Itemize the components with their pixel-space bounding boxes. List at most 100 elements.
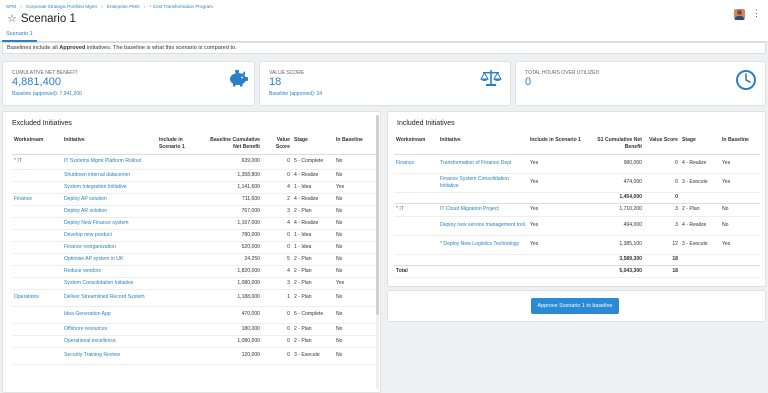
column-header[interactable]: Value Score (262, 137, 292, 155)
initiative-link[interactable]: Deploy New Finance system (62, 217, 157, 230)
favorite-star-icon[interactable]: ☆ (7, 13, 17, 25)
workstream-cell[interactable]: Operations (12, 289, 62, 307)
table-row[interactable]: Optimise AP system in UK 24,250 5 2 - Plan N… (12, 253, 377, 266)
column-header[interactable]: Workstream (394, 137, 438, 155)
workstream-cell[interactable]: Finance (394, 154, 438, 174)
include-cell[interactable] (157, 181, 207, 194)
include-cell[interactable] (157, 335, 207, 348)
workstream-cell[interactable] (12, 253, 62, 266)
table-row[interactable]: Idea Generation App 470,000 0 5 - Complete N… (12, 306, 377, 324)
table-row[interactable]: * Deploy New Logistics Technology Yes 1,38… (394, 235, 760, 255)
table-row[interactable]: Security Training Review 120,000 0 3 - Exec… (12, 347, 377, 365)
workstream-cell[interactable] (12, 205, 62, 218)
workstream-cell[interactable] (12, 306, 62, 324)
table-row[interactable]: Finance reorganization 520,000 0 1 - Idea No (12, 241, 377, 254)
workstream-cell[interactable] (12, 265, 62, 278)
column-header[interactable]: Include in Scenario 1 (157, 137, 207, 155)
include-cell[interactable] (157, 347, 207, 365)
initiative-link[interactable]: System Consolidation Initiative (62, 277, 157, 290)
column-header[interactable]: Initiative (438, 137, 528, 155)
table-row[interactable]: * IT IT Cloud Migration Project Yes 1,710,2… (394, 203, 760, 217)
table-row[interactable]: Deploy new service management tool Yes 494… (394, 216, 760, 236)
include-cell[interactable] (157, 154, 207, 170)
column-header[interactable]: Workstream (12, 137, 62, 155)
table-row[interactable]: Shutdown internal datacenter 1,358,800 0 4 … (12, 169, 377, 182)
include-cell[interactable]: Yes (528, 203, 584, 217)
initiative-link[interactable]: Develop new product (62, 229, 157, 242)
workstream-cell[interactable]: Finance (12, 193, 62, 206)
workstream-cell[interactable] (12, 277, 62, 290)
workstream-cell[interactable] (12, 347, 62, 365)
column-header[interactable]: Value Score (644, 137, 680, 155)
table-row[interactable]: Deploy AR solution 767,000 3 2 - Plan No (12, 205, 377, 218)
initiative-link[interactable]: Transformation of Finance Dept (438, 154, 528, 174)
workstream-cell[interactable] (12, 335, 62, 348)
include-cell[interactable] (157, 277, 207, 290)
workstream-cell[interactable] (12, 229, 62, 242)
column-header[interactable]: In Baseline (720, 137, 760, 155)
column-header[interactable]: Include in Scenario 1 (528, 137, 584, 155)
table-row[interactable]: Deploy New Finance system 1,167,000 4 4 - R… (12, 217, 377, 230)
include-cell[interactable] (157, 306, 207, 324)
workstream-cell[interactable] (12, 169, 62, 182)
table-row[interactable]: Offshore resources 180,000 0 2 - Plan No (12, 323, 377, 336)
initiative-link[interactable]: IT Systems Mgmt Platform Rollout (62, 154, 157, 170)
include-cell[interactable] (157, 205, 207, 218)
initiative-link[interactable]: IT Cloud Migration Project (438, 203, 528, 217)
table-row[interactable]: System Consolidation Initiative 1,080,000… (12, 277, 377, 290)
table-row[interactable]: Finance System Consolidation Initiative Y… (394, 173, 760, 193)
table-row[interactable]: System Integration Initiative 1,141,600 4 1… (12, 181, 377, 194)
column-header[interactable]: Initiative (62, 137, 157, 155)
table-row[interactable]: Finance Transformation of Finance Dept Yes… (394, 154, 760, 174)
include-cell[interactable] (157, 289, 207, 307)
include-cell[interactable] (157, 193, 207, 206)
tab-scenario-1[interactable]: Scenario 1 (2, 30, 37, 42)
include-cell[interactable]: Yes (528, 173, 584, 193)
table-row[interactable]: Operational excellence 1,080,000 0 2 - Plan… (12, 335, 377, 348)
include-cell[interactable] (157, 169, 207, 182)
column-header[interactable]: In Baseline (334, 137, 377, 155)
workstream-cell[interactable] (12, 241, 62, 254)
include-cell[interactable]: Yes (528, 216, 584, 236)
breadcrumb-item[interactable]: SPM (6, 4, 16, 9)
workstream-cell[interactable] (394, 173, 438, 193)
workstream-cell[interactable] (394, 216, 438, 236)
workstream-cell[interactable] (12, 323, 62, 336)
include-cell[interactable] (157, 229, 207, 242)
breadcrumb-item[interactable]: * Cost Transformation Program (150, 4, 213, 9)
scrollbar-thumb[interactable] (376, 115, 379, 315)
breadcrumb-item[interactable]: Corporate Strategic Portfolio Mgmt (26, 4, 97, 9)
table-row[interactable]: Reduce vendors 1,820,000 4 2 - Plan No (12, 265, 377, 278)
initiative-link[interactable]: Deliver Streamlined Record System (62, 289, 157, 307)
include-cell[interactable] (157, 265, 207, 278)
initiative-link[interactable]: Operational excellence (62, 335, 157, 348)
workstream-cell[interactable] (12, 217, 62, 230)
initiative-link[interactable]: Deploy AP solution (62, 193, 157, 206)
column-header[interactable]: Stage (680, 137, 720, 155)
breadcrumb-item[interactable]: Enterprise PMO (107, 4, 140, 9)
initiative-link[interactable]: Security Training Review (62, 347, 157, 365)
initiative-link[interactable]: Offshore resources (62, 323, 157, 336)
workstream-cell[interactable]: * IT (12, 154, 62, 170)
include-cell[interactable] (157, 323, 207, 336)
initiative-link[interactable]: Finance System Consolidation Initiative (438, 173, 528, 193)
workstream-cell[interactable]: * IT (394, 203, 438, 217)
include-cell[interactable] (157, 241, 207, 254)
initiative-link[interactable]: Deploy AR solution (62, 205, 157, 218)
more-options-icon[interactable]: ⋮ (752, 9, 761, 18)
initiative-link[interactable]: System Integration Initiative (62, 181, 157, 194)
initiative-link[interactable]: Shutdown internal datacenter (62, 169, 157, 182)
column-header[interactable]: Stage (292, 137, 334, 155)
approve-scenario-button[interactable]: Approve Scenario 1 to baseline (531, 298, 619, 314)
workstream-cell[interactable] (394, 235, 438, 255)
initiative-link[interactable]: Finance reorganization (62, 241, 157, 254)
table-row[interactable]: Develop new product 780,000 0 1 - Idea No (12, 229, 377, 242)
include-cell[interactable]: Yes (528, 154, 584, 174)
initiative-link[interactable]: Deploy new service management tool (438, 216, 528, 236)
include-cell[interactable] (157, 217, 207, 230)
include-cell[interactable]: Yes (528, 235, 584, 255)
table-row[interactable]: * IT IT Systems Mgmt Platform Rollout 639,… (12, 154, 377, 170)
workstream-cell[interactable] (12, 181, 62, 194)
user-avatar[interactable] (734, 9, 745, 20)
column-header[interactable]: Baseline Cumulative Net Benefit (207, 137, 262, 155)
